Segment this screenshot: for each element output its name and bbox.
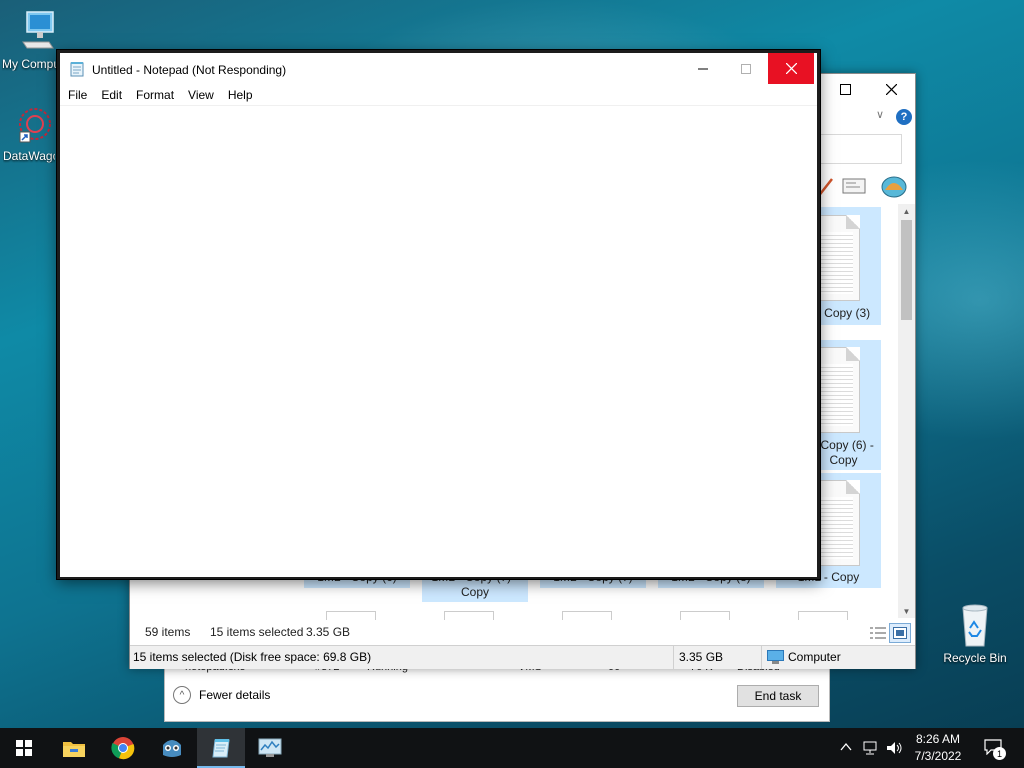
- maximize-icon: [839, 83, 851, 95]
- taskbar-chrome[interactable]: [99, 728, 147, 768]
- taskbar-godot[interactable]: [148, 728, 196, 768]
- windows-logo-icon: [16, 740, 32, 756]
- selection-size: 3.35 GB: [679, 650, 724, 664]
- datawagon-icon: [19, 108, 51, 143]
- task-manager-icon: [258, 738, 282, 757]
- taskbar-file-explorer[interactable]: [50, 728, 98, 768]
- notification-badge: 1: [993, 747, 1006, 760]
- details-bar: 15 items selected (Disk free space: 69.8…: [130, 645, 915, 669]
- computer-icon: [22, 11, 54, 49]
- desktop-icon-label: Recycle Bin: [943, 651, 1007, 665]
- notepad-title-bar[interactable]: Untitled - Notepad (Not Responding): [60, 53, 817, 85]
- fewer-details-button[interactable]: ^ Fewer details: [173, 686, 270, 704]
- selected-size: 3.35 GB: [306, 625, 351, 639]
- chevron-down-icon[interactable]: ∨: [876, 108, 884, 121]
- divider: [673, 646, 674, 669]
- document-icon: [562, 611, 612, 620]
- desktop-icon-label: DataWagon: [3, 149, 55, 163]
- clock-date: 7/3/2022: [914, 749, 962, 763]
- menu-file[interactable]: File: [60, 85, 94, 105]
- end-task-button[interactable]: End task: [737, 685, 819, 707]
- close-button[interactable]: [868, 74, 914, 104]
- document-icon: [326, 611, 376, 620]
- menu-bar: File Edit Format View Help: [60, 85, 817, 105]
- selection-info: 15 items selected (Disk free space: 69.8…: [133, 650, 372, 664]
- action-center-button[interactable]: 1: [980, 728, 1024, 768]
- divider: [761, 646, 762, 669]
- close-icon: [885, 83, 897, 95]
- document-icon: [680, 611, 730, 620]
- minimize-button[interactable]: [680, 53, 726, 84]
- close-button[interactable]: [768, 53, 814, 84]
- document-icon: [444, 611, 494, 620]
- chevron-up-icon: ^: [173, 686, 191, 704]
- scroll-down-arrow-icon[interactable]: ▼: [898, 604, 915, 618]
- volume-icon[interactable]: [885, 740, 903, 756]
- large-icons-view-icon: [893, 627, 907, 639]
- selected-count: 15 items selected: [210, 625, 304, 639]
- menu-edit[interactable]: Edit: [94, 85, 129, 105]
- text-editor-area[interactable]: [60, 105, 817, 577]
- scrollbar-thumb[interactable]: [901, 220, 912, 320]
- maximize-icon: [741, 63, 751, 74]
- status-bar: 59 items 15 items selected 3.35 GB: [130, 620, 915, 644]
- taskbar: 8:26 AM 7/3/2022 1: [0, 728, 1024, 768]
- desktop-icon-label: My Computer: [2, 57, 56, 71]
- folder-icon: [63, 742, 85, 757]
- envelope-icon[interactable]: [842, 178, 866, 194]
- help-icon[interactable]: ?: [896, 109, 912, 125]
- close-icon: [785, 63, 797, 74]
- taskbar-task-manager[interactable]: [246, 728, 294, 768]
- menu-help[interactable]: Help: [221, 85, 260, 105]
- window-title: Untitled - Notepad (Not Responding): [92, 63, 287, 77]
- notepad-window[interactable]: Untitled - Notepad (Not Responding) File…: [57, 50, 820, 579]
- start-button[interactable]: [0, 728, 48, 768]
- notepad-icon: [212, 739, 230, 758]
- notepad-app-icon: [70, 62, 84, 77]
- details-view-button[interactable]: [867, 623, 889, 643]
- system-clock[interactable]: 8:26 AM 7/3/2022: [903, 731, 973, 765]
- desktop-icon-recycle-bin[interactable]: Recycle Bin: [938, 600, 1012, 665]
- menu-view[interactable]: View: [181, 85, 221, 105]
- item-count: 59 items: [145, 625, 191, 639]
- recycle-bin-icon: [962, 604, 988, 647]
- scroll-up-arrow-icon[interactable]: ▲: [898, 204, 915, 218]
- chrome-icon: [111, 737, 135, 760]
- maximize-button[interactable]: [723, 53, 769, 84]
- computer-icon: [767, 650, 784, 664]
- search-box[interactable]: [810, 134, 902, 164]
- vertical-scrollbar[interactable]: ▲ ▼: [898, 204, 915, 618]
- godot-icon: [163, 740, 181, 757]
- taskbar-notepad[interactable]: [197, 728, 245, 768]
- location-label: Computer: [788, 650, 841, 664]
- shell-icon[interactable]: [880, 174, 908, 198]
- network-icon[interactable]: [862, 740, 880, 756]
- document-icon: [798, 611, 848, 620]
- fewer-details-label: Fewer details: [199, 688, 271, 702]
- maximize-button[interactable]: [822, 74, 868, 104]
- details-view-icon: [870, 627, 886, 639]
- clock-time: 8:26 AM: [915, 732, 961, 746]
- chevron-up-icon[interactable]: [840, 741, 852, 753]
- large-icons-view-button[interactable]: [889, 623, 911, 643]
- minimize-icon: [698, 68, 708, 69]
- menu-format[interactable]: Format: [129, 85, 181, 105]
